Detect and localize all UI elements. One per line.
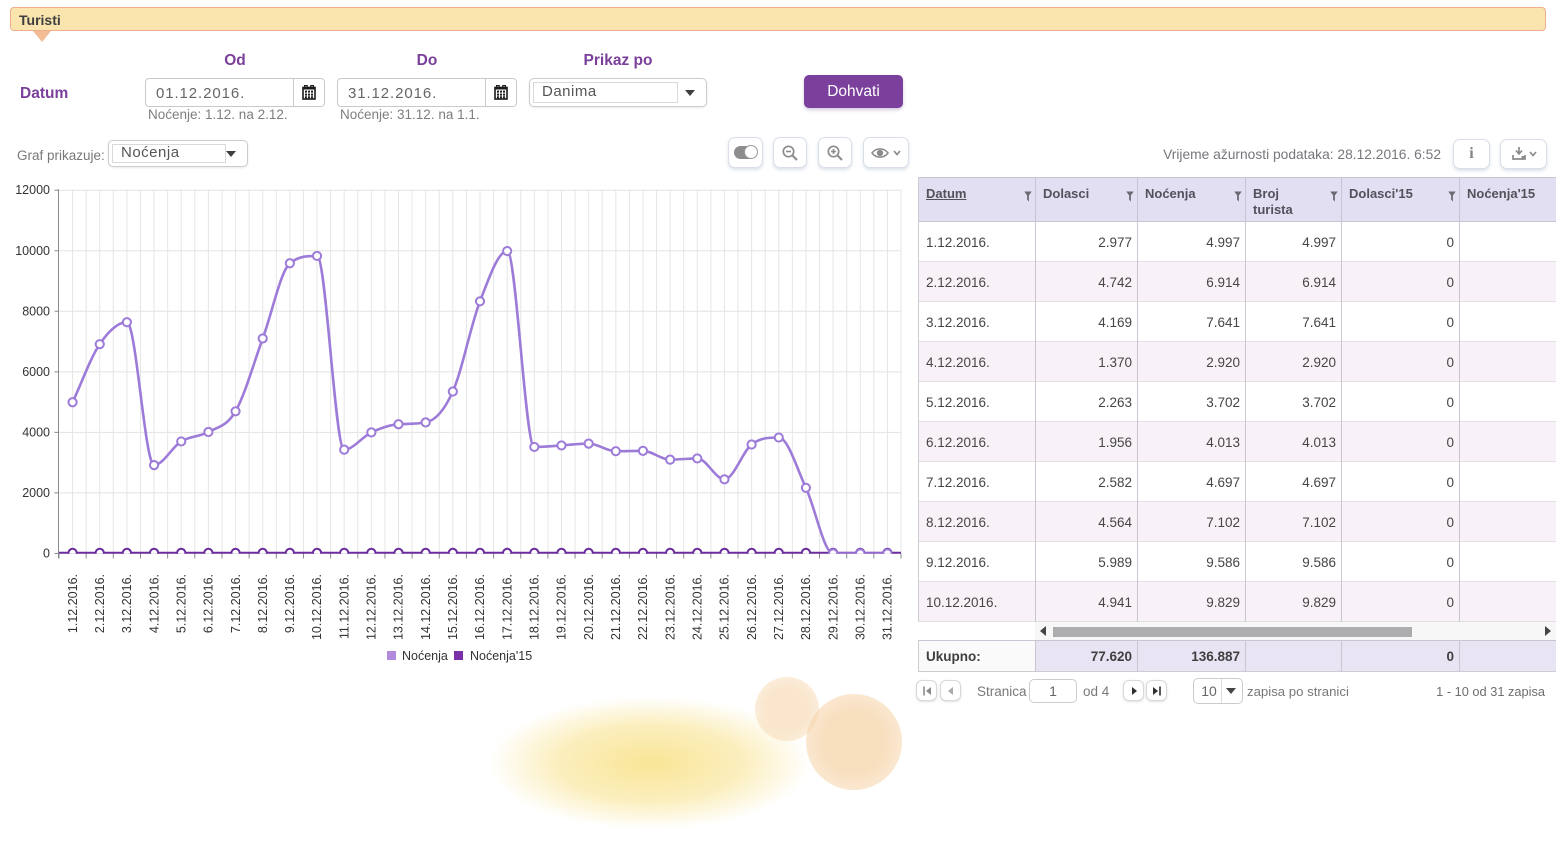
svg-text:31.12.2016.: 31.12.2016. [881,574,895,640]
svg-text:2000: 2000 [22,486,50,500]
svg-text:26.12.2016.: 26.12.2016. [745,574,759,640]
svg-text:24.12.2016.: 24.12.2016. [690,574,704,640]
svg-text:2.12.2016.: 2.12.2016. [93,574,107,633]
svg-text:4000: 4000 [22,425,50,439]
svg-text:6000: 6000 [22,365,50,379]
svg-text:20.12.2016.: 20.12.2016. [582,574,596,640]
svg-text:27.12.2016.: 27.12.2016. [772,574,786,640]
svg-text:5.12.2016.: 5.12.2016. [174,574,188,633]
svg-text:10000: 10000 [15,244,50,258]
svg-text:1.12.2016.: 1.12.2016. [66,574,80,633]
svg-text:23.12.2016.: 23.12.2016. [663,574,677,640]
svg-text:12.12.2016.: 12.12.2016. [365,574,379,640]
svg-text:17.12.2016.: 17.12.2016. [500,574,514,640]
svg-text:11.12.2016.: 11.12.2016. [337,574,351,639]
svg-text:22.12.2016.: 22.12.2016. [636,574,650,640]
svg-text:Noćenja'15: Noćenja'15 [470,649,532,663]
svg-text:12000: 12000 [15,183,50,197]
svg-text:16.12.2016.: 16.12.2016. [473,574,487,640]
svg-text:29.12.2016.: 29.12.2016. [826,574,840,640]
svg-text:7.12.2016.: 7.12.2016. [229,574,243,633]
svg-text:9.12.2016.: 9.12.2016. [283,574,297,633]
svg-text:Noćenja: Noćenja [402,649,448,663]
svg-text:14.12.2016.: 14.12.2016. [419,574,433,640]
svg-text:21.12.2016.: 21.12.2016. [609,574,623,640]
svg-text:8000: 8000 [22,304,50,318]
svg-text:8.12.2016.: 8.12.2016. [256,574,270,633]
svg-text:6.12.2016.: 6.12.2016. [202,574,216,633]
svg-text:28.12.2016.: 28.12.2016. [799,574,813,640]
svg-text:13.12.2016.: 13.12.2016. [392,574,406,640]
svg-text:15.12.2016.: 15.12.2016. [446,574,460,640]
svg-text:18.12.2016.: 18.12.2016. [528,574,542,640]
svg-text:3.12.2016.: 3.12.2016. [120,574,134,633]
svg-text:19.12.2016.: 19.12.2016. [555,574,569,640]
svg-text:30.12.2016.: 30.12.2016. [853,574,867,640]
svg-text:0: 0 [43,547,50,561]
svg-text:4.12.2016.: 4.12.2016. [147,574,161,633]
svg-text:10.12.2016.: 10.12.2016. [310,574,324,640]
svg-text:25.12.2016.: 25.12.2016. [718,574,732,640]
